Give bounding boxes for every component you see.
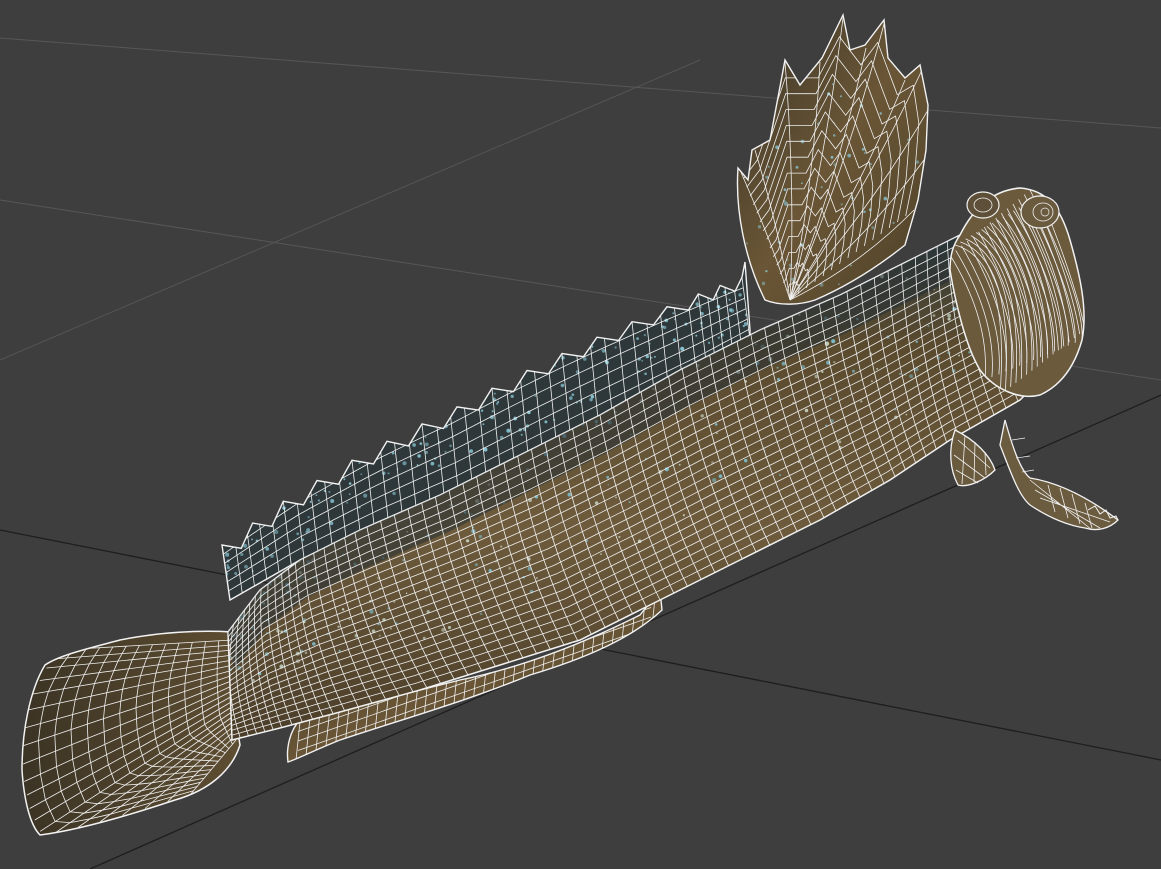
eye-right — [1020, 195, 1060, 229]
grid-line — [0, 37, 1161, 129]
eye-left — [966, 191, 1000, 219]
tail-fin[interactable] — [21, 630, 241, 836]
viewport-canvas[interactable] — [0, 0, 1161, 869]
pectoral-fin-right[interactable] — [999, 419, 1119, 531]
pectoral-fin-left[interactable] — [950, 429, 996, 487]
grid-line — [0, 59, 701, 361]
fish-wireframe-model[interactable] — [21, 12, 1119, 836]
dorsal-fin-front[interactable] — [736, 12, 929, 305]
3d-viewport[interactable] — [0, 0, 1161, 869]
